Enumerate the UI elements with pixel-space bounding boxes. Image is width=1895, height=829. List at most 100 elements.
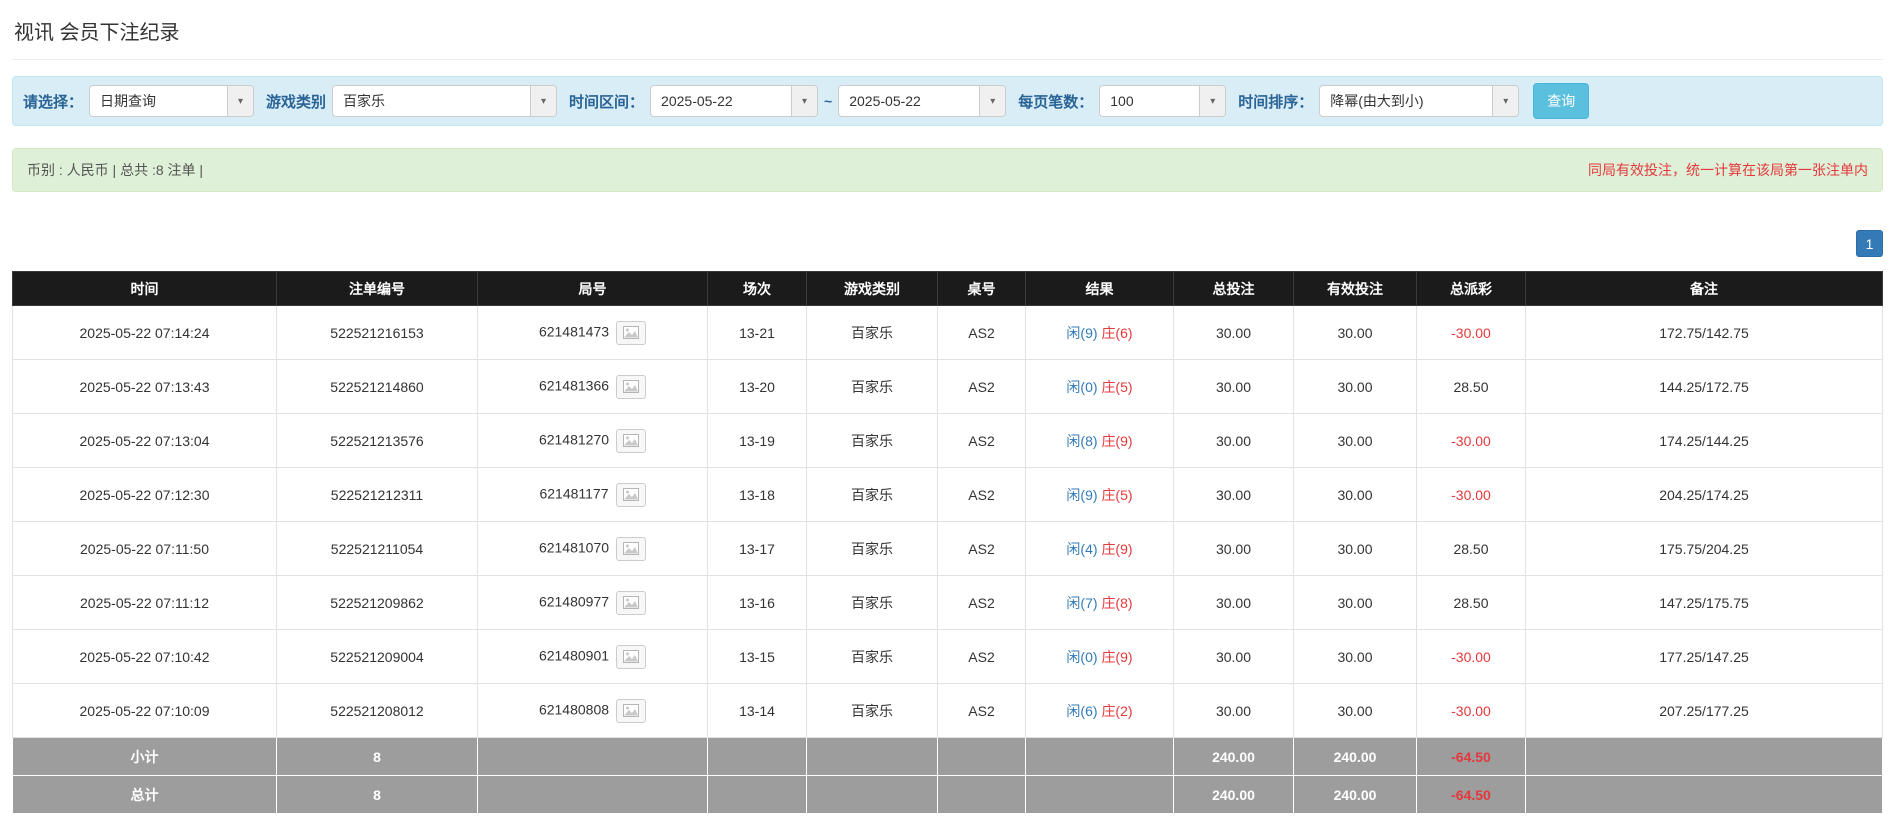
result-banker: 庄(8) <box>1101 594 1133 611</box>
footer-empty-cell <box>1025 775 1174 814</box>
result-player: 闲(7) <box>1066 594 1098 611</box>
search-button[interactable]: 查询 <box>1533 83 1590 119</box>
table-row: 2025-05-22 07:12:30 522521212311 6214811… <box>12 467 1883 522</box>
col-header-bet-id: 注单编号 <box>276 271 478 306</box>
footer-empty-cell <box>1525 775 1883 814</box>
cell-total-bet[interactable]: 30.00 <box>1173 629 1294 684</box>
cell-time: 2025-05-22 07:14:24 <box>12 305 277 360</box>
table-body: 2025-05-22 07:14:24 522521216153 6214814… <box>12 305 1883 738</box>
result-player: 闲(4) <box>1066 540 1098 557</box>
cell-round-id: 621480977 <box>477 575 708 630</box>
date-to-select[interactable]: 2025-05-22 ▾ <box>838 85 1007 117</box>
query-type-select[interactable]: 日期查询 ▾ <box>89 85 255 117</box>
cell-time: 2025-05-22 07:13:43 <box>12 359 277 414</box>
cell-total-payout: -30.00 <box>1416 413 1526 468</box>
subtotal-valid-bet: 240.00 <box>1293 737 1417 776</box>
cell-result: 闲(9) 庄(6) <box>1025 305 1174 360</box>
result-player: 闲(0) <box>1066 648 1098 665</box>
col-header-table-no: 桌号 <box>937 271 1026 306</box>
col-header-time: 时间 <box>12 271 277 306</box>
page-size-label: 每页笔数： <box>1018 93 1094 111</box>
subtotal-total-bet: 240.00 <box>1173 737 1294 776</box>
cell-valid-bet: 30.00 <box>1293 359 1417 414</box>
chevron-down-icon[interactable]: ▾ <box>1199 86 1226 116</box>
cell-result: 闲(4) 庄(9) <box>1025 521 1174 576</box>
records-table: 时间 注单编号 局号 场次 游戏类别 桌号 结果 总投注 有效投注 总派彩 备注… <box>12 271 1883 814</box>
game-type-select[interactable]: 百家乐 ▾ <box>332 85 558 117</box>
view-result-image-button[interactable] <box>616 374 647 399</box>
cell-session: 13-20 <box>707 359 807 414</box>
round-id-text: 621480901 <box>538 647 610 664</box>
date-from-select[interactable]: 2025-05-22 ▾ <box>650 85 819 117</box>
round-id-text: 621481070 <box>538 539 610 556</box>
subtotal-label: 小计 <box>12 737 277 776</box>
cell-remark: 147.25/175.75 <box>1525 575 1883 630</box>
cell-total-bet[interactable]: 30.00 <box>1173 521 1294 576</box>
cell-round-id: 621481177 <box>477 467 708 522</box>
view-result-image-button[interactable] <box>616 428 647 453</box>
summary-totals-text: 币别 : 人民币 | 总共 :8 注单 | <box>27 162 204 178</box>
cell-time: 2025-05-22 07:11:12 <box>12 575 277 630</box>
footer-empty-cell <box>477 737 708 776</box>
subtotal-row: 小计 8 240.00 240.00 -64.50 <box>12 737 1883 776</box>
table-row: 2025-05-22 07:13:04 522521213576 6214812… <box>12 413 1883 468</box>
round-id-text: 621481473 <box>538 323 610 340</box>
cell-table-no: AS2 <box>937 575 1026 630</box>
cell-total-bet[interactable]: 30.00 <box>1173 305 1294 360</box>
view-result-image-button[interactable] <box>615 482 646 507</box>
cell-total-bet[interactable]: 30.00 <box>1173 467 1294 522</box>
cell-remark: 204.25/174.25 <box>1525 467 1883 522</box>
date-from-value: 2025-05-22 <box>661 93 733 109</box>
cell-session: 13-17 <box>707 521 807 576</box>
total-count: 8 <box>276 775 478 814</box>
cell-table-no: AS2 <box>937 359 1026 414</box>
round-id-text: 621481177 <box>539 485 609 502</box>
chevron-down-icon[interactable]: ▾ <box>530 86 557 116</box>
footer-empty-cell <box>806 737 938 776</box>
page-title: 视讯 会员下注纪录 <box>14 22 180 44</box>
picture-icon <box>623 542 640 555</box>
cell-result: 闲(7) 庄(8) <box>1025 575 1174 630</box>
game-type-value: 百家乐 <box>343 93 386 109</box>
col-header-total-bet: 总投注 <box>1173 271 1294 306</box>
cell-table-no: AS2 <box>937 413 1026 468</box>
date-range-label: 时间区间： <box>569 93 645 111</box>
chevron-down-icon[interactable]: ▾ <box>227 86 254 116</box>
chevron-down-icon[interactable]: ▾ <box>979 86 1006 116</box>
view-result-image-button[interactable] <box>616 644 647 669</box>
col-header-session: 场次 <box>707 271 807 306</box>
cell-remark: 172.75/142.75 <box>1525 305 1883 360</box>
col-header-remark: 备注 <box>1525 271 1883 306</box>
subtotal-payout: -64.50 <box>1416 737 1526 776</box>
cell-bet-id: 522521209004 <box>276 629 478 684</box>
cell-total-payout: -30.00 <box>1416 467 1526 522</box>
result-banker: 庄(9) <box>1101 432 1133 449</box>
total-row: 总计 8 240.00 240.00 -64.50 <box>12 775 1883 814</box>
table-row: 2025-05-22 07:10:09 522521208012 6214808… <box>12 683 1883 738</box>
cell-total-bet[interactable]: 30.00 <box>1173 413 1294 468</box>
view-result-image-button[interactable] <box>616 536 647 561</box>
sort-select[interactable]: 降幂(由大到小) ▾ <box>1319 85 1520 117</box>
cell-table-no: AS2 <box>937 629 1026 684</box>
cell-total-bet[interactable]: 30.00 <box>1173 683 1294 738</box>
cell-valid-bet: 30.00 <box>1293 467 1417 522</box>
cell-round-id: 621481270 <box>477 413 708 468</box>
view-result-image-button[interactable] <box>616 320 647 345</box>
round-id-text: 621481366 <box>538 377 610 394</box>
page-size-select[interactable]: 100 ▾ <box>1099 85 1227 117</box>
cell-total-payout: -30.00 <box>1416 305 1526 360</box>
cell-total-bet[interactable]: 30.00 <box>1173 575 1294 630</box>
cell-valid-bet: 30.00 <box>1293 413 1417 468</box>
cell-remark: 175.75/204.25 <box>1525 521 1883 576</box>
cell-round-id: 621480808 <box>477 683 708 738</box>
cell-total-payout: -30.00 <box>1416 683 1526 738</box>
view-result-image-button[interactable] <box>616 698 647 723</box>
cell-total-payout: -30.00 <box>1416 629 1526 684</box>
cell-total-bet[interactable]: 30.00 <box>1173 359 1294 414</box>
round-id-text: 621480808 <box>538 701 610 718</box>
game-type-label: 游戏类别 <box>266 93 327 111</box>
chevron-down-icon[interactable]: ▾ <box>791 86 818 116</box>
chevron-down-icon[interactable]: ▾ <box>1492 86 1519 116</box>
view-result-image-button[interactable] <box>616 590 647 615</box>
page-button-1[interactable]: 1 <box>1856 230 1883 257</box>
